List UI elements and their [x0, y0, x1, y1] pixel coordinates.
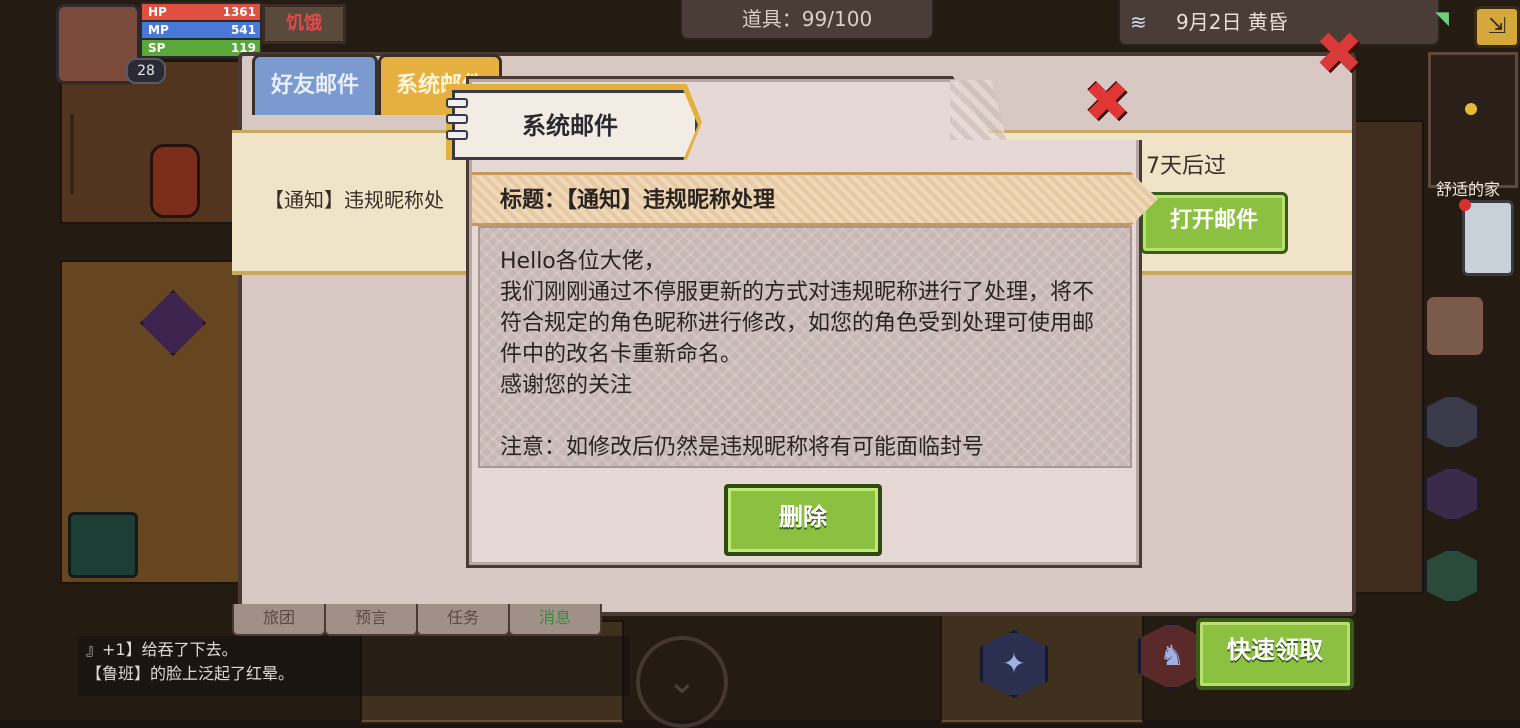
open-mail-button[interactable]: 打开邮件 [1140, 192, 1288, 254]
mail-item-title: 【通知】违规昵称处 [264, 188, 444, 212]
scroll-down-icon[interactable]: ⌄ [636, 636, 728, 728]
mail-subject: 标题：【通知】违规昵称处理 [500, 188, 776, 213]
phone-icon[interactable] [1459, 199, 1514, 276]
mail-body-panel[interactable]: Hello各位大佬， 我们刚刚通过不停服更新的方式对违规昵称进行了处理，将不符合… [478, 226, 1132, 468]
chat-line: 』+1】给吞了下去。 [86, 640, 238, 659]
sp-label: SP [148, 41, 166, 55]
backpack-icon[interactable] [1424, 294, 1486, 358]
player-level-badge: 28 [126, 58, 166, 84]
mail-body-text: Hello各位大佬， 我们刚刚通过不停服更新的方式对违规昵称进行了处理，将不符合… [500, 249, 1095, 460]
hp-value: 1361 [222, 5, 256, 19]
tab-prophecy[interactable]: 预言 [324, 604, 418, 636]
date-time-panel: ≋ 9月2日 黄昏 [1118, 0, 1440, 46]
minimap[interactable] [1428, 52, 1518, 188]
inventory-count[interactable]: 道具：99/100 [680, 0, 934, 40]
mp-value: 541 [230, 23, 256, 37]
chat-line: 【鲁班】的脸上泛起了红晕。 [86, 664, 295, 683]
chat-log[interactable]: 』+1】给吞了下去。 【鲁班】的脸上泛起了红晕。 [78, 636, 630, 696]
hp-label: HP [148, 5, 167, 19]
hunger-status-badge[interactable]: 饥饿 [262, 4, 346, 44]
mail-detail-dialog: 系统邮件 ✖ 标题：【通知】违规昵称处理 Hello各位大佬， 我们刚刚通过不停… [446, 75, 1158, 568]
tab-friend-mail[interactable]: 好友邮件 [252, 54, 378, 115]
wifi-icon: ◥ [1435, 8, 1449, 29]
tab-group[interactable]: 旅团 [232, 604, 326, 636]
close-icon[interactable]: ✖ [1312, 24, 1366, 82]
location-label: 舒适的家 [1435, 180, 1500, 199]
tab-quests[interactable]: 任务 [416, 604, 510, 636]
dialog-title: 系统邮件 [522, 112, 618, 140]
mail-item-expiry: 7天后过 [1146, 154, 1226, 179]
close-icon[interactable]: ✖ [1080, 75, 1134, 131]
binder-rings-icon [446, 98, 470, 146]
mp-bar: MP 541 [140, 20, 262, 40]
quick-claim-button[interactable]: 快速领取 [1196, 618, 1354, 690]
date-time-text: 9月2日 黄昏 [1176, 10, 1288, 34]
notification-dot [1459, 199, 1471, 211]
tab-messages[interactable]: 消息 [508, 604, 602, 636]
weather-icon: ≋ [1130, 10, 1147, 34]
exit-icon[interactable]: ⇲ [1474, 6, 1520, 48]
hp-bar: HP 1361 [140, 2, 262, 22]
mp-label: MP [148, 23, 169, 37]
delete-button[interactable]: 删除 [724, 484, 882, 556]
player-marker [1465, 103, 1477, 115]
